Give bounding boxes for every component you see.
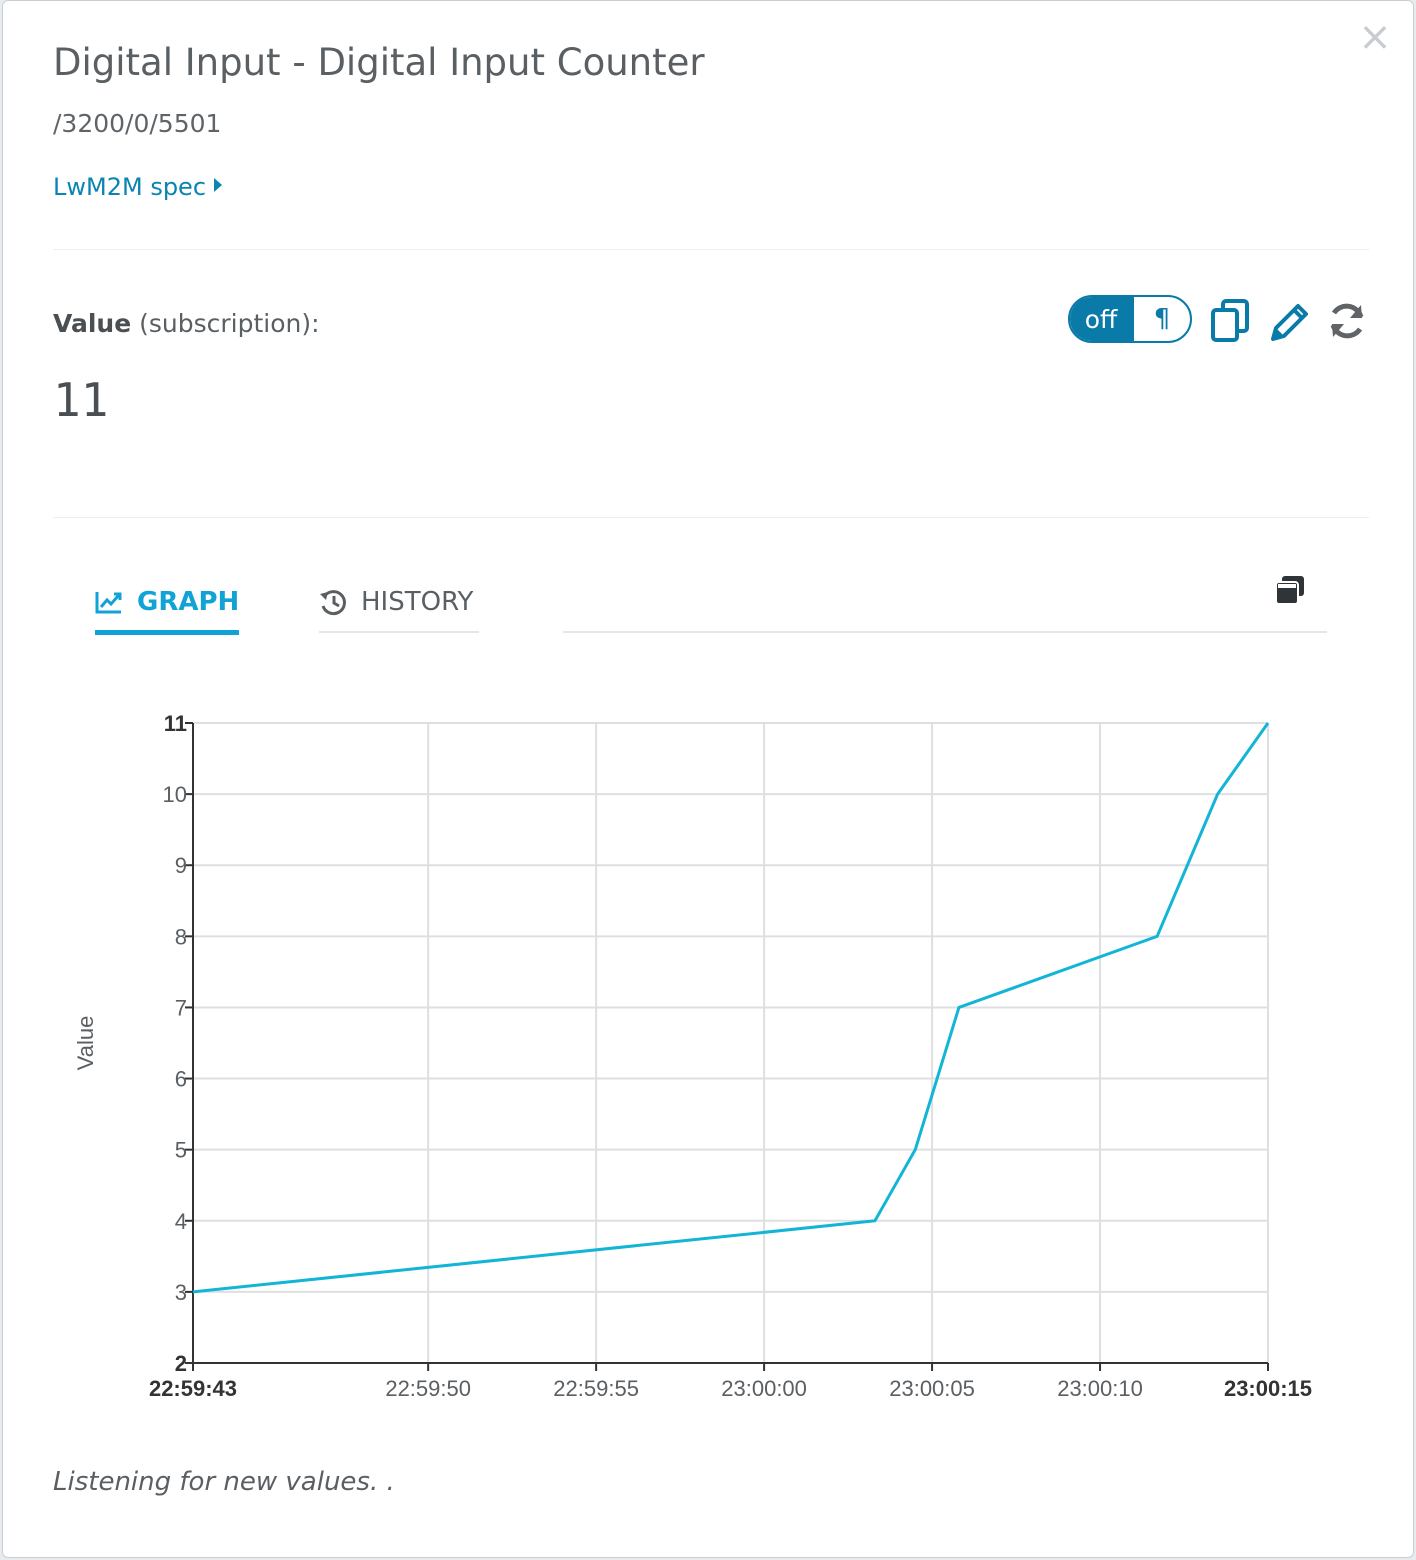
y-axis-label: Value [73, 1016, 98, 1071]
pilcrow-icon: ¶ [1132, 297, 1190, 341]
resource-dialog: × Digital Input - Digital Input Counter … [2, 0, 1414, 1558]
value-chart: 2 3 4 5 6 7 8 9 10 11 22:59:43 22:59:50 22:59:55 23:0… [73, 711, 1312, 1401]
x-tick-label: 23:00:00 [721, 1376, 807, 1401]
dialog-title: Digital Input - Digital Input Counter [53, 41, 705, 84]
lwm2m-spec-link[interactable]: LwM2M spec [53, 173, 223, 201]
divider [53, 517, 1369, 518]
current-value: 11 [53, 373, 109, 427]
close-icon[interactable]: × [1357, 17, 1393, 57]
tab-graph-label: GRAPH [137, 586, 240, 617]
value-label: Value (subscription): [53, 309, 320, 338]
y-tick-label: 7 [175, 995, 187, 1020]
x-tick-label: 23:00:10 [1057, 1376, 1143, 1401]
x-tick-label: 23:00:05 [889, 1376, 975, 1401]
format-toggle[interactable]: off ¶ [1068, 295, 1192, 343]
x-tick-label: 22:59:50 [385, 1376, 471, 1401]
y-tick-label: 8 [175, 924, 187, 949]
status-text: Listening for new values. . [53, 1467, 395, 1497]
toggle-off-label: off [1070, 297, 1132, 341]
pencil-icon[interactable] [1267, 297, 1311, 345]
x-tick-label: 22:59:55 [553, 1376, 639, 1401]
history-icon [319, 588, 347, 616]
y-tick-label: 5 [175, 1138, 187, 1163]
line-chart-icon [95, 590, 123, 614]
copy-icon[interactable] [1209, 297, 1253, 345]
windows-icon[interactable] [1273, 573, 1307, 607]
caret-right-icon [214, 178, 223, 192]
y-tick-label: 10 [163, 782, 187, 807]
x-tick-label: 23:00:15 [1224, 1376, 1312, 1401]
y-tick-label: 4 [175, 1209, 187, 1234]
x-tick-label: 22:59:43 [149, 1376, 237, 1401]
resource-path: /3200/0/5501 [53, 109, 222, 138]
y-tick-label: 2 [175, 1351, 187, 1376]
y-tick-label: 9 [175, 853, 187, 878]
spec-link-label: LwM2M spec [53, 173, 207, 201]
y-tick-label: 6 [175, 1067, 187, 1092]
tab-rule [563, 631, 1327, 633]
tab-graph[interactable]: GRAPH [95, 573, 240, 635]
tab-history[interactable]: HISTORY [319, 573, 479, 633]
value-label-rest: (subscription): [131, 309, 320, 338]
divider [53, 249, 1369, 250]
y-tick-label: 3 [175, 1280, 187, 1305]
value-label-bold: Value [53, 309, 132, 338]
refresh-icon[interactable] [1325, 297, 1369, 345]
tab-history-label: HISTORY [361, 587, 474, 617]
y-tick-label: 11 [164, 711, 187, 736]
